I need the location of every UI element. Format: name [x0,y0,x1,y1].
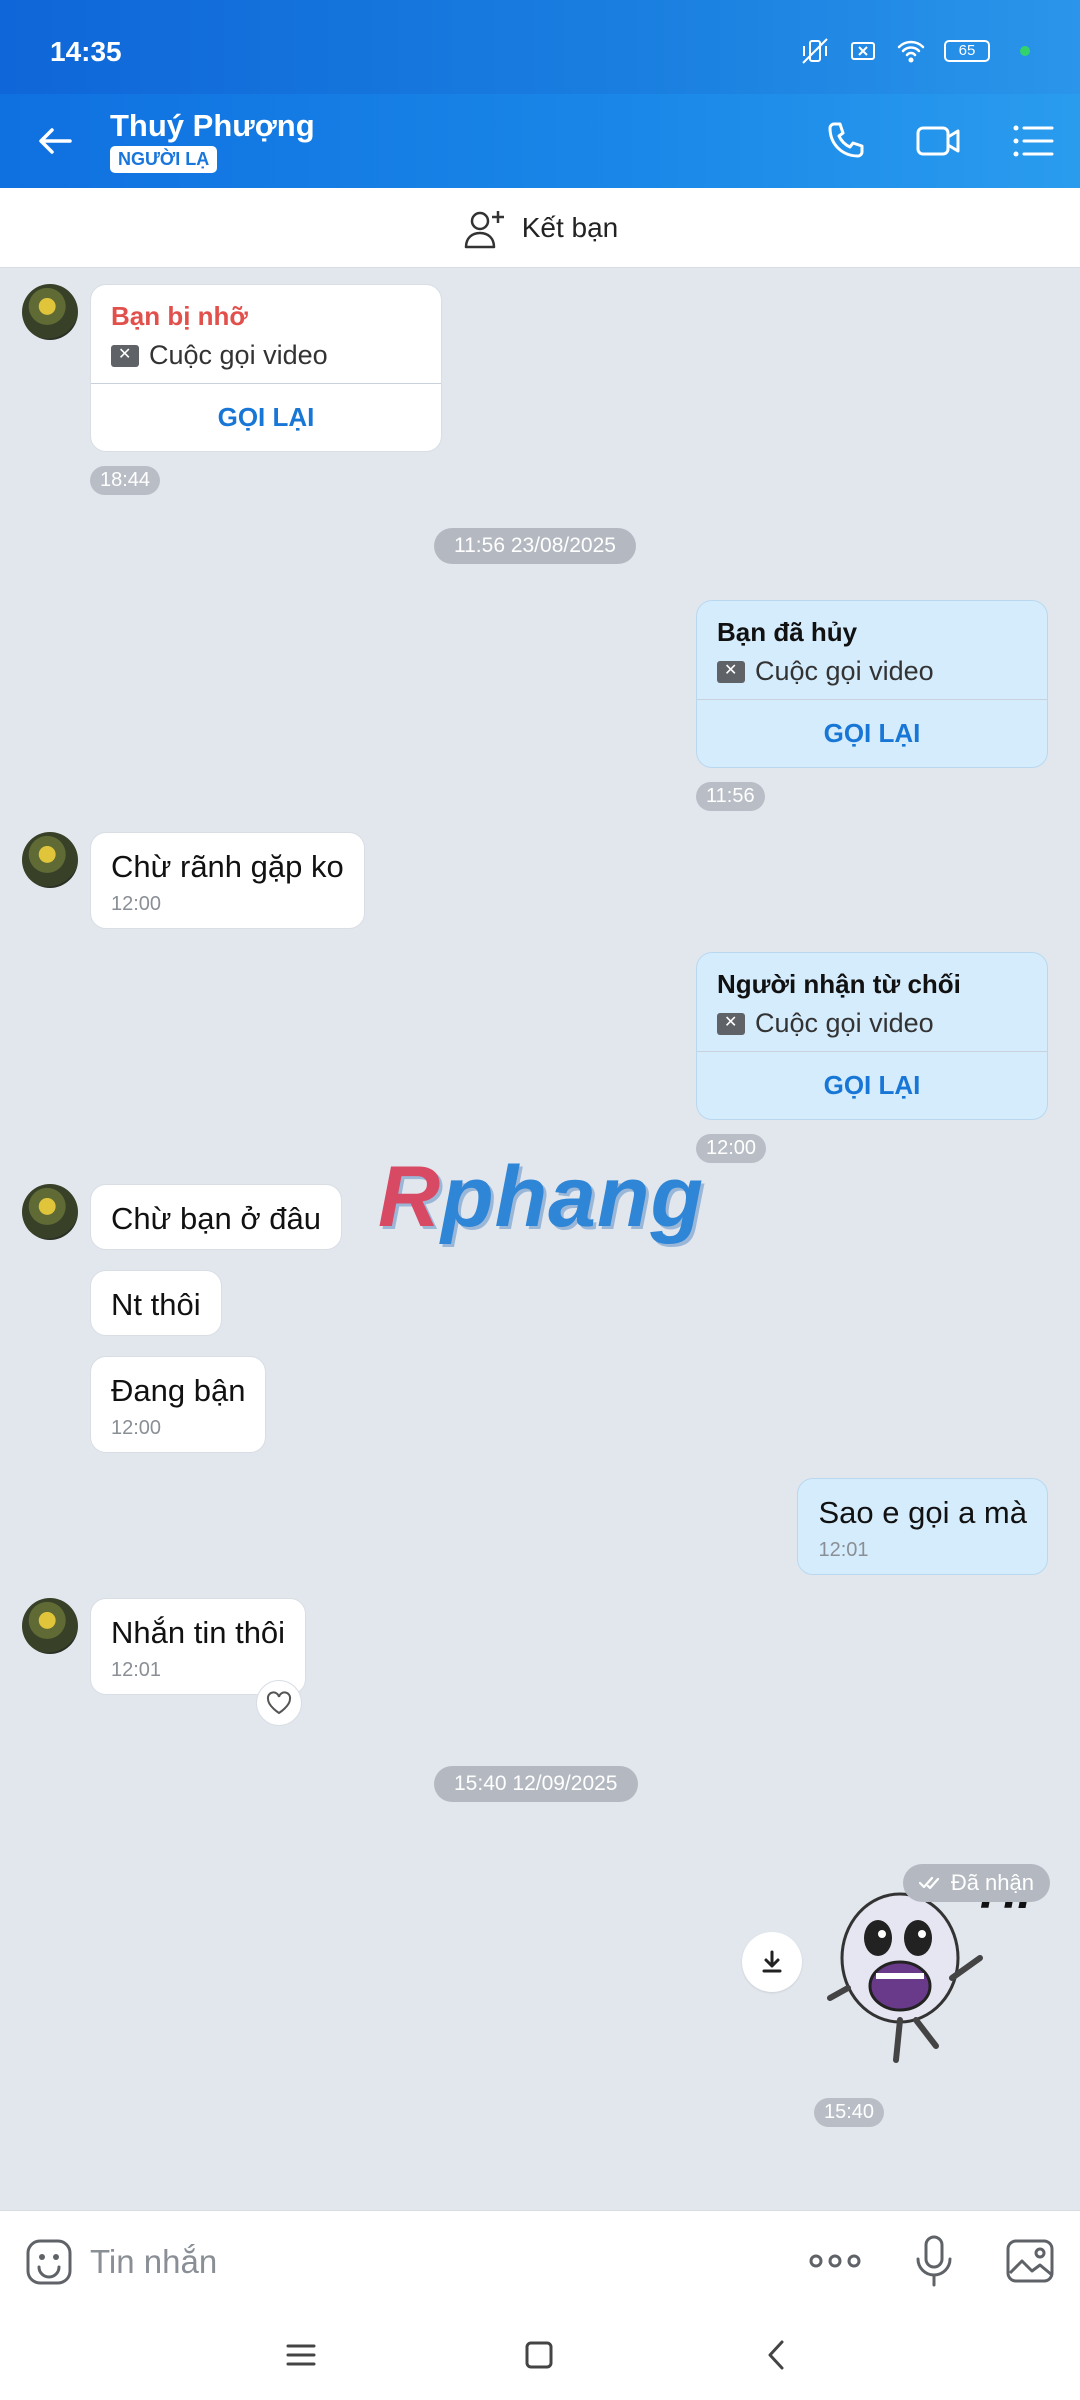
message-time: 12:00 [696,1134,767,1163]
call-back-button[interactable]: GỌI LẠI [697,1051,1047,1119]
date-separator: 15:40 12/09/2025 [434,1766,638,1802]
call-type: Cuộc gọi video [755,1008,934,1038]
cancelled-call-card: Bạn đã hủy Cuộc gọi video GỌI LẠI [696,600,1048,768]
back-arrow-icon[interactable] [30,116,80,166]
missed-call-card: Bạn bị nhỡ Cuộc gọi video GỌI LẠI [90,284,442,452]
outgoing-message[interactable]: Sao e gọi a mà 12:01 [797,1478,1048,1575]
message-text: Nt thôi [111,1287,201,1322]
contact-avatar[interactable] [22,1598,78,1654]
message-time: 12:01 [818,1539,869,1561]
recent-apps-icon[interactable] [276,2330,326,2380]
call-status: Người nhận từ chối [717,969,961,999]
incoming-message[interactable]: Chừ rãnh gặp ko 12:00 [90,832,365,929]
contact-avatar[interactable] [22,1184,78,1240]
message-time: 11:56 [696,782,765,811]
watermark-part2: phang [441,1149,705,1245]
contact-avatar[interactable] [22,832,78,888]
message-text: Sao e gọi a mà [818,1495,1027,1530]
react-heart-button[interactable] [256,1680,302,1726]
message-time: 18:44 [90,466,161,495]
download-icon [762,1950,782,1973]
add-friend-label: Kết bạn [521,211,619,243]
menu-list-icon[interactable] [1008,116,1058,166]
rejected-call-card: Người nhận từ chối Cuộc gọi video GỌI LẠ… [696,952,1048,1120]
contact-avatar[interactable] [22,284,78,340]
message-text: Nhắn tin thôi [111,1615,286,1650]
microphone-icon[interactable] [912,2233,956,2289]
phone-icon[interactable] [820,116,870,166]
message-input-bar [0,2210,1080,2310]
battery-level: 65 [944,40,990,62]
message-text: Chừ rãnh gặp ko [111,849,344,884]
battery-indicator: 65 [944,40,990,62]
double-check-icon [918,1876,939,1890]
home-icon[interactable] [514,2330,564,2380]
message-time: 15:40 [814,2098,885,2127]
call-type: Cuộc gọi video [755,656,934,686]
call-back-button[interactable]: GỌI LẠI [91,383,441,451]
add-friend-button[interactable]: Kết bạn [0,188,1080,268]
call-back-button[interactable]: GỌI LẠI [697,699,1047,767]
date-separator: 11:56 23/08/2025 [434,528,636,564]
call-status: Bạn bị nhỡ [111,301,248,331]
video-call-failed-icon [717,660,745,683]
emoji-icon[interactable] [24,2237,74,2287]
message-text: Đang bận [111,1373,246,1408]
video-call-icon[interactable] [914,116,964,166]
message-input[interactable] [90,2235,730,2289]
chat-messages[interactable]: Bạn bị nhỡ Cuộc gọi video GỌI LẠI 18:44 … [0,268,1080,2210]
watermark-logo: Rphang [378,1148,704,1247]
message-time: 12:01 [111,1659,162,1681]
incoming-message[interactable]: Chừ bạn ở đâu [90,1184,342,1250]
system-nav-bar [0,2310,1080,2400]
delivery-status-label: Đã nhận [950,1870,1034,1895]
delivery-status: Đã nhận [902,1864,1050,1902]
status-time: 14:35 [50,36,122,67]
video-call-failed-icon [111,344,139,367]
video-call-failed-icon [717,1012,745,1035]
chat-header: Thuý Phượng NGƯỜI LẠ [0,94,1080,188]
message-time: 12:00 [111,893,162,915]
watermark-part1: R [378,1149,442,1245]
heart-icon [266,1691,292,1715]
no-sim-icon [851,42,875,60]
incoming-message[interactable]: Đang bận 12:00 [90,1356,267,1453]
image-gallery-icon[interactable] [1004,2235,1056,2287]
message-text: Chừ bạn ở đâu [111,1201,321,1236]
call-type: Cuộc gọi video [149,340,328,370]
back-icon[interactable] [752,2330,802,2380]
message-time: 12:00 [111,1417,162,1439]
status-icons: 65 [800,36,1030,66]
incoming-message[interactable]: Nt thôi [90,1270,222,1336]
contact-name[interactable]: Thuý Phượng [110,108,315,144]
vibrate-off-icon [802,38,828,64]
download-button[interactable] [742,1932,802,1992]
privacy-dot [1020,46,1030,56]
call-status: Bạn đã hủy [717,617,858,647]
add-user-icon [464,210,504,248]
more-options-icon[interactable] [808,2239,862,2283]
wifi-icon [897,40,925,63]
stranger-badge: NGƯỜI LẠ [110,146,218,173]
status-bar: 14:35 65 [0,0,1080,94]
